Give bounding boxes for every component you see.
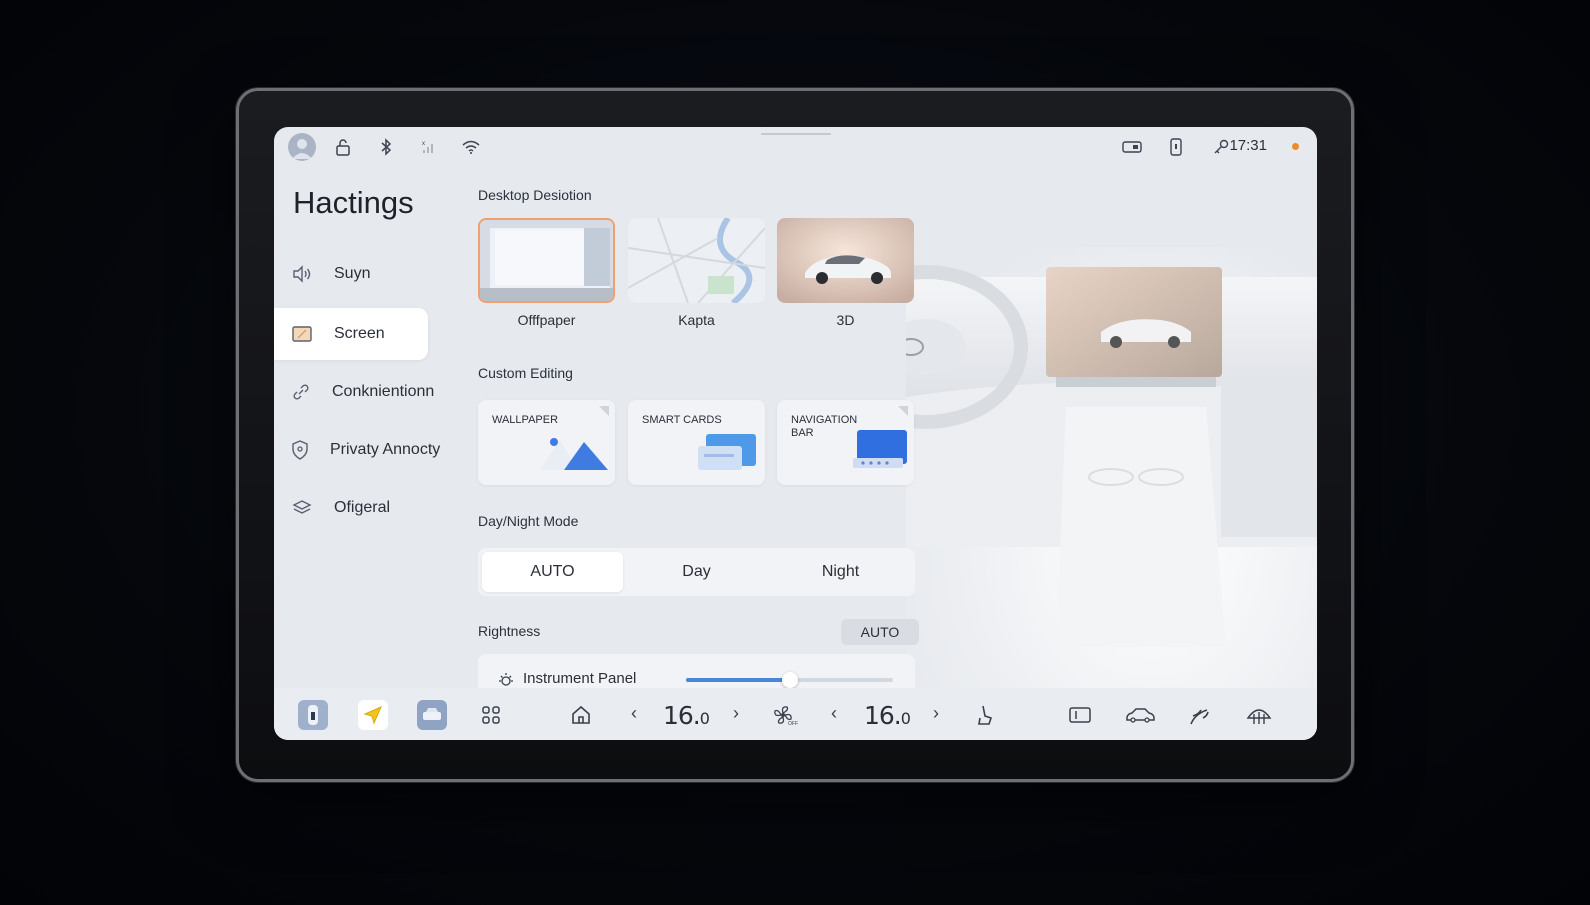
desktop-option-3d[interactable] <box>777 218 914 303</box>
bottom-dock: ‹ 16.0 › OFF ‹ 16.0 › <box>274 688 1317 740</box>
left-temp-down-chevron-icon[interactable]: ‹ <box>626 703 642 724</box>
left-temp-decimal: 0 <box>699 709 710 728</box>
notification-dot <box>1292 143 1299 150</box>
mode-night-button[interactable]: Night <box>770 552 911 592</box>
desktop-option-label: Kapta <box>678 312 715 328</box>
sidebar-item-label: Suyn <box>334 265 371 282</box>
navigation-bar-illustration-icon <box>853 430 907 468</box>
status-bar: x 17:31 <box>274 127 1317 167</box>
sidebar-item-label: Privaty Annocty <box>330 441 441 458</box>
sidebar-item-sound[interactable]: Suyn <box>274 248 428 300</box>
slider-fill <box>686 678 790 682</box>
desktop-option-wallpaper[interactable] <box>478 218 615 303</box>
left-temp-value: 16. <box>663 701 701 730</box>
sidebar-item-label: Conknientionn <box>332 383 435 400</box>
bluetooth-icon[interactable] <box>374 135 398 159</box>
layers-icon <box>291 497 313 519</box>
home-icon[interactable] <box>566 700 596 730</box>
wallpaper-illustration-icon <box>540 438 608 470</box>
slider-knob[interactable] <box>781 672 798 688</box>
clock: 17:31 <box>1229 137 1267 154</box>
link-icon <box>291 381 311 403</box>
left-temperature[interactable]: 16.0 <box>663 701 710 730</box>
svg-text:OFF: OFF <box>788 721 798 726</box>
car-climate-icon[interactable] <box>1125 700 1155 730</box>
mode-auto-button[interactable]: AUTO <box>482 552 623 592</box>
sun-icon <box>499 673 513 686</box>
wallpaper-edit-card[interactable]: WALLPAPER <box>478 400 615 485</box>
right-temperature[interactable]: 16.0 <box>864 701 911 730</box>
airflow-icon[interactable] <box>1184 700 1214 730</box>
page-title: Hactings <box>293 185 414 220</box>
vehicle-icon[interactable] <box>417 700 447 730</box>
navigation-icon[interactable] <box>358 700 388 730</box>
phone-key-icon[interactable] <box>1164 135 1188 159</box>
instrument-panel-slider[interactable] <box>686 672 893 688</box>
fan-icon[interactable]: OFF <box>770 700 800 730</box>
svg-text:x: x <box>422 141 425 147</box>
sidebar-item-label: Screen <box>334 325 385 342</box>
desktop-heading: Desktop Desiotion <box>478 187 592 203</box>
apps-grid-icon[interactable] <box>476 700 506 730</box>
desktop-option-label: Offfpaper <box>517 312 576 328</box>
3d-car-preview-image <box>777 218 914 303</box>
card-label: SMART CARDS <box>642 414 722 426</box>
sidebar-item-general[interactable]: Ofigeral <box>274 482 428 534</box>
desktop-option-map[interactable] <box>628 218 765 303</box>
desktop-option-label: 3D <box>836 312 855 328</box>
seat-heat-icon[interactable] <box>970 700 1000 730</box>
right-temp-down-chevron-icon[interactable]: ‹ <box>826 703 842 724</box>
smart-cards-illustration-icon <box>698 434 756 470</box>
car-status-icon[interactable] <box>298 700 328 730</box>
unlock-icon[interactable] <box>331 135 355 159</box>
car-interior-illustration <box>824 247 1317 740</box>
custom-editing-heading: Custom Editing <box>478 365 573 381</box>
sidebar-item-privacy[interactable]: Privaty Annocty <box>274 424 440 476</box>
instrument-panel-label: Instrument Panel <box>523 670 637 687</box>
wallpaper-preview-image <box>480 220 613 301</box>
car-interior-image <box>824 265 1317 647</box>
brightness-heading: Rightness <box>478 623 541 639</box>
navigation-bar-edit-card[interactable]: NAVIGATION BAR <box>777 400 914 485</box>
speaker-icon <box>291 263 313 285</box>
avatar-icon <box>292 139 312 159</box>
corner-marker <box>599 406 609 416</box>
mode-day-button[interactable]: Day <box>626 552 767 592</box>
display-panel-icon[interactable] <box>1065 700 1095 730</box>
map-preview-image <box>628 218 765 303</box>
right-temp-up-chevron-icon[interactable]: › <box>928 703 944 724</box>
avatar[interactable] <box>288 133 316 161</box>
left-temp-up-chevron-icon[interactable]: › <box>728 703 744 724</box>
day-night-heading: Day/Night Mode <box>478 513 579 529</box>
right-temp-decimal: 0 <box>900 709 911 728</box>
right-temp-value: 16. <box>864 701 902 730</box>
defrost-icon[interactable] <box>1244 700 1274 730</box>
sidebar-item-screen[interactable]: Screen <box>274 308 428 360</box>
brightness-auto-button[interactable]: AUTO <box>841 619 919 645</box>
screen-icon <box>291 323 313 345</box>
wifi-icon[interactable] <box>459 135 483 159</box>
infotainment-screen: x 17:31 Hactings Suyn Screen Conknientio… <box>274 127 1317 740</box>
shield-icon <box>291 439 309 461</box>
corner-marker <box>898 406 908 416</box>
signal-icon: x <box>417 135 441 159</box>
sidebar-item-label: Ofigeral <box>334 499 391 516</box>
dashcam-icon[interactable] <box>1120 135 1144 159</box>
smart-cards-edit-card[interactable]: SMART CARDS <box>628 400 765 485</box>
card-label: WALLPAPER <box>492 414 559 426</box>
sidebar-item-connection[interactable]: Conknientionn <box>274 366 434 418</box>
day-night-segmented-control: AUTO Day Night <box>478 548 915 596</box>
